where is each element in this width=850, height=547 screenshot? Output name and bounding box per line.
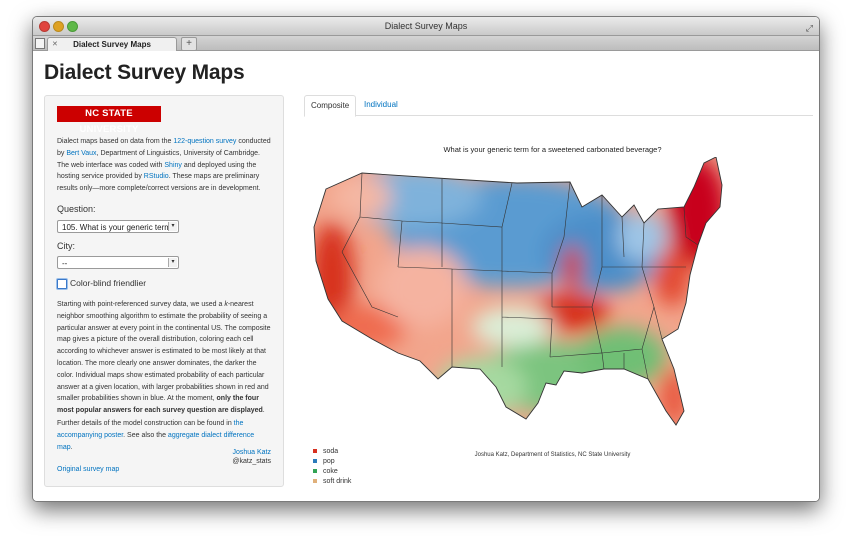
ncsu-logo: NC STATE UNIVERSITY bbox=[57, 106, 161, 135]
legend-item: soft drink bbox=[313, 477, 351, 487]
legend-swatch-pop bbox=[313, 459, 317, 464]
window-title: Dialect Survey Maps bbox=[384, 21, 468, 31]
tab-individual[interactable]: Individual bbox=[358, 95, 404, 115]
author-signature: Joshua Katz @katz_stats bbox=[232, 448, 271, 466]
city-select-value: -- bbox=[62, 259, 68, 268]
map-credit: Joshua Katz, Department of Statistics, N… bbox=[474, 452, 631, 458]
colorblind-option[interactable]: Color-blind friendlier bbox=[57, 278, 146, 289]
intro-text: Dialect maps based on data from the 122-… bbox=[57, 138, 271, 193]
browser-tab[interactable]: ✕ Dialect Survey Maps bbox=[47, 37, 177, 51]
question-select[interactable]: 105. What is your generic term ▾ bbox=[57, 220, 179, 233]
legend-item: pop bbox=[313, 457, 351, 467]
zoom-window-button[interactable] bbox=[67, 21, 78, 32]
new-tab-button[interactable]: + bbox=[181, 37, 197, 51]
close-window-button[interactable] bbox=[39, 21, 50, 32]
colorblind-checkbox[interactable] bbox=[57, 278, 67, 289]
fullscreen-icon[interactable]: ⤢ bbox=[806, 19, 813, 37]
sidebar-panel: NC STATE UNIVERSITY Dialect maps based o… bbox=[44, 95, 284, 487]
tab-composite[interactable]: Composite bbox=[304, 95, 357, 117]
panel-tabs: Composite Individual bbox=[304, 95, 813, 117]
question-select-value: 105. What is your generic term bbox=[62, 223, 171, 232]
us-dialect-map bbox=[313, 157, 723, 426]
rstudio-link[interactable]: RStudio bbox=[144, 173, 169, 180]
close-tab-icon[interactable]: ✕ bbox=[52, 38, 58, 51]
bert-vaux-link[interactable]: Bert Vaux bbox=[66, 150, 96, 157]
page-icon bbox=[35, 38, 45, 49]
page-title: Dialect Survey Maps bbox=[44, 61, 245, 84]
survey-link[interactable]: 122-question survey bbox=[173, 138, 236, 145]
browser-tab-label: Dialect Survey Maps bbox=[73, 40, 151, 49]
legend-swatch-soft-drink bbox=[313, 479, 317, 484]
method-text: Starting with point-referenced survey da… bbox=[57, 301, 271, 415]
dropdown-arrow-icon: ▾ bbox=[168, 258, 177, 267]
dropdown-arrow-icon: ▾ bbox=[168, 222, 177, 231]
city-label: City: bbox=[57, 241, 75, 251]
map-title: What is your generic term for a sweetene… bbox=[443, 145, 662, 154]
city-select[interactable]: -- ▾ bbox=[57, 256, 179, 269]
shiny-link[interactable]: Shiny bbox=[164, 162, 182, 169]
title-bar: Dialect Survey Maps ⤢ bbox=[33, 17, 819, 36]
probability-surface bbox=[314, 157, 722, 425]
page-content: Dialect Survey Maps NC STATE UNIVERSITY … bbox=[33, 51, 819, 501]
colorblind-label: Color-blind friendlier bbox=[70, 278, 147, 288]
tab-bar: ✕ Dialect Survey Maps + bbox=[33, 36, 819, 51]
author-link[interactable]: Joshua Katz bbox=[232, 449, 271, 456]
original-survey-link[interactable]: Original survey map bbox=[57, 466, 119, 473]
legend-swatch-coke bbox=[313, 469, 317, 474]
browser-window: Dialect Survey Maps ⤢ ✕ Dialect Survey M… bbox=[32, 16, 820, 502]
main-panel: Composite Individual What is your generi… bbox=[292, 95, 813, 490]
legend-item: coke bbox=[313, 467, 351, 477]
question-label: Question: bbox=[57, 204, 96, 214]
author-handle: @katz_stats bbox=[232, 458, 271, 465]
minimize-window-button[interactable] bbox=[53, 21, 64, 32]
